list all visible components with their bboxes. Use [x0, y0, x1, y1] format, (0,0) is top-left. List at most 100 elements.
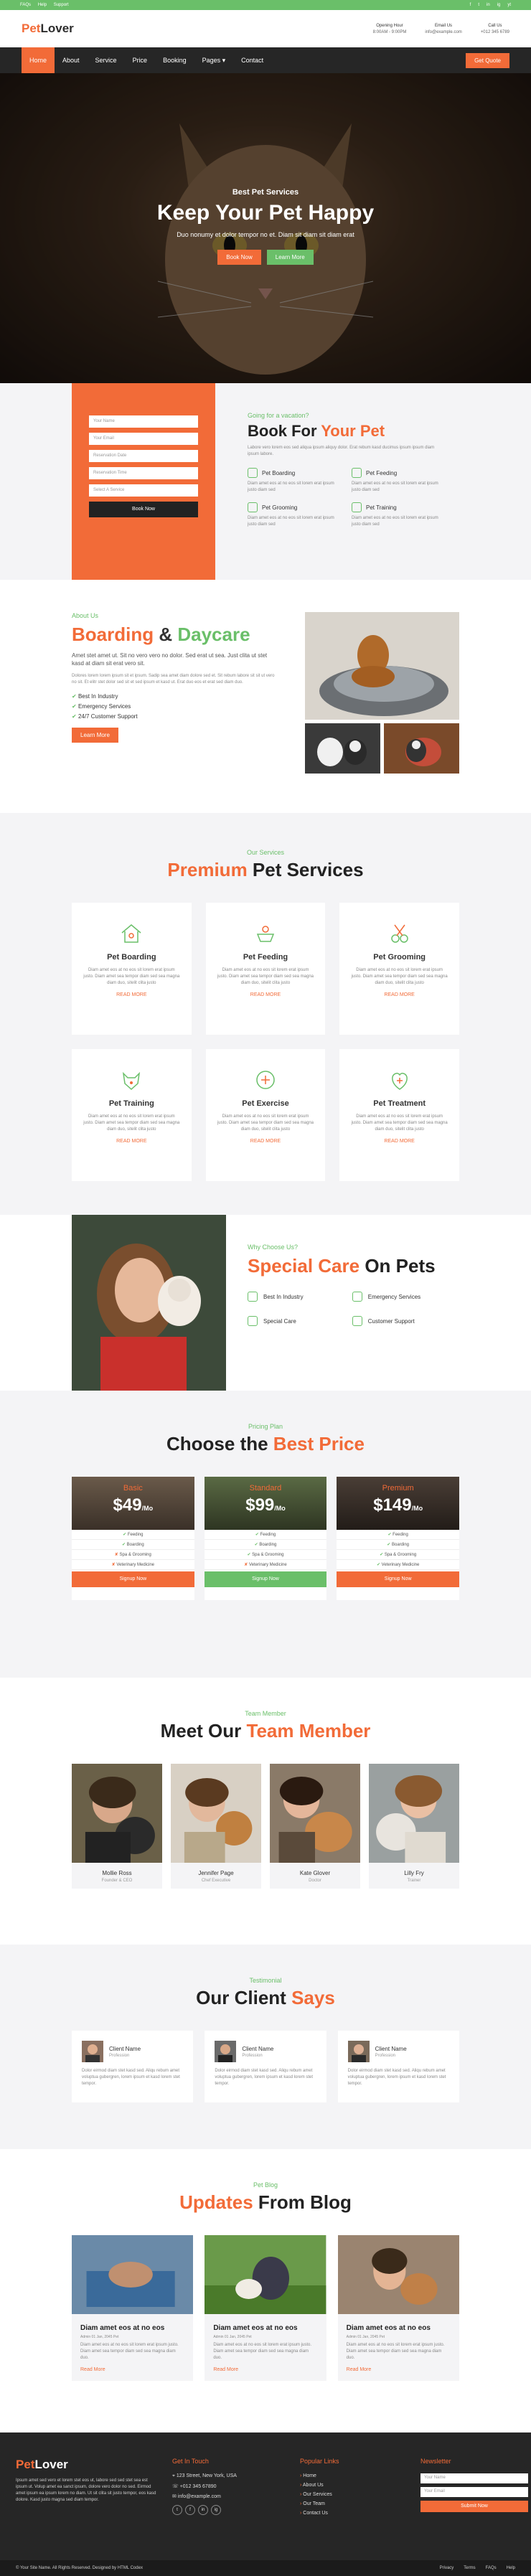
- testimonial-card: Client Name Profession Dolor eirmod diam s…: [205, 2031, 326, 2102]
- envelope-icon: ✉: [172, 2494, 178, 2499]
- footer-link-about[interactable]: About Us: [300, 2483, 408, 2488]
- why-subtitle: Why Choose Us?: [248, 1244, 299, 1251]
- top-bar: FAQs Help Support f t in ig yt: [0, 0, 531, 10]
- top-social: f t in ig yt: [470, 3, 511, 7]
- pricing-subtitle: Pricing Plan: [248, 1423, 283, 1430]
- read-more-link[interactable]: READ MORE: [83, 992, 180, 997]
- email-text[interactable]: info@example.com: [178, 2494, 221, 2499]
- blog-post-title[interactable]: Diam amet eos at no eos: [338, 2316, 459, 2332]
- read-more-link[interactable]: READ MORE: [351, 1139, 448, 1144]
- phone-icon: ☏: [172, 2484, 180, 2489]
- nav-pages-dropdown[interactable]: Pages ▾: [194, 47, 234, 73]
- top-link-support[interactable]: Support: [54, 3, 69, 7]
- blog-excerpt: Diam amet eos at no eos sit lorem erat i…: [213, 2343, 312, 2360]
- footer-link-home[interactable]: Home: [300, 2473, 408, 2478]
- newsletter-heading: Newsletter: [420, 2458, 451, 2465]
- facebook-icon[interactable]: f: [470, 3, 471, 7]
- read-more-link[interactable]: READ MORE: [83, 1139, 180, 1144]
- blog-title: Updates From Blog: [72, 2191, 459, 2214]
- signup-button[interactable]: Signup Now: [72, 1571, 194, 1587]
- newsletter-submit-button[interactable]: Submit Now: [420, 2501, 528, 2512]
- email-value[interactable]: info@example.com: [425, 30, 461, 34]
- call-label: Call Us: [488, 23, 502, 28]
- signup-button[interactable]: Signup Now: [204, 1571, 327, 1587]
- plan-unit: /Mo: [141, 1505, 154, 1512]
- main-nav: Home About Service Price Booking Pages ▾…: [0, 47, 531, 73]
- read-more-link[interactable]: READ MORE: [217, 1139, 314, 1144]
- why-item: Customer Support: [352, 1316, 436, 1326]
- footer-logo-a: Pet: [16, 2458, 35, 2471]
- footer-link-team[interactable]: Our Team: [300, 2501, 408, 2506]
- client-profession: Profession: [242, 2053, 263, 2058]
- price-row-label: Veterinary Medicine: [381, 1563, 420, 1567]
- read-more-link[interactable]: Read More: [338, 2361, 459, 2381]
- avatar: [82, 2041, 103, 2062]
- footer-links-heading: Popular Links: [300, 2458, 339, 2465]
- plan-price: $149: [373, 1495, 412, 1515]
- instagram-icon[interactable]: ig: [497, 3, 501, 7]
- services-section: Our Services Premium Pet Services Pet Bo…: [0, 813, 531, 1215]
- instagram-icon[interactable]: ig: [211, 2505, 221, 2515]
- top-link-help[interactable]: Help: [38, 3, 47, 7]
- price-card-standard: Standard $99/Mo ✔ Feeding ✔ Boarding ✔ Sp…: [204, 1477, 327, 1600]
- youtube-icon[interactable]: yt: [507, 3, 511, 7]
- member-photo: [171, 1764, 261, 1863]
- nav-home[interactable]: Home: [22, 47, 55, 73]
- member-role: Doctor: [309, 1879, 321, 1883]
- newsletter-name-input[interactable]: Your Name: [420, 2473, 528, 2483]
- signup-button[interactable]: Signup Now: [337, 1571, 459, 1587]
- logo[interactable]: PetLover: [22, 22, 74, 36]
- read-more-link[interactable]: Read More: [205, 2361, 326, 2381]
- top-link-faqs[interactable]: FAQs: [20, 3, 31, 7]
- price-head: Premium $149/Mo: [337, 1477, 459, 1530]
- newsletter-email-input[interactable]: Your Email: [420, 2487, 528, 2497]
- blog-post-title[interactable]: Diam amet eos at no eos: [72, 2316, 193, 2332]
- name-input[interactable]: Your Name: [89, 415, 198, 428]
- price-row: ✔ Feeding: [337, 1530, 459, 1540]
- price-row: ✔ Boarding: [337, 1540, 459, 1550]
- nav-contact[interactable]: Contact: [233, 47, 271, 73]
- nav-booking[interactable]: Booking: [155, 47, 194, 73]
- blog-card: Diam amet eos at no eos Admin 01 Jan, 204…: [72, 2235, 194, 2381]
- member-name: Mollie Ross: [102, 1870, 132, 1876]
- read-more-link[interactable]: Read More: [72, 2361, 193, 2381]
- price-row: ✔ Spa & Grooming: [204, 1550, 327, 1560]
- nav-service[interactable]: Service: [88, 47, 125, 73]
- service-select[interactable]: Select A Service: [89, 484, 198, 497]
- footer-link-services[interactable]: Our Services: [300, 2492, 408, 2497]
- plan-unit: /Mo: [411, 1505, 423, 1512]
- blog-post-title[interactable]: Diam amet eos at no eos: [205, 2316, 326, 2332]
- member-name: Jennifer Page: [198, 1870, 234, 1876]
- nav-price[interactable]: Price: [125, 47, 156, 73]
- time-input[interactable]: Reservation Time: [89, 467, 198, 479]
- email-us: Email Us info@example.com: [425, 24, 461, 34]
- hero-learn-button[interactable]: Learn More: [266, 250, 314, 265]
- book-now-button[interactable]: Book Now: [89, 502, 198, 517]
- nav-about[interactable]: About: [55, 47, 88, 73]
- twitter-icon[interactable]: t: [172, 2505, 182, 2515]
- price-row: ✔ Boarding: [72, 1540, 194, 1550]
- footer-logo[interactable]: PetLover: [16, 2458, 159, 2472]
- call-value[interactable]: +012 345 6789: [481, 30, 509, 34]
- date-input[interactable]: Reservation Date: [89, 450, 198, 462]
- opening-hour: Opening Hour 8:00AM - 9:00PM: [373, 24, 407, 34]
- about-learn-button[interactable]: Learn More: [72, 728, 118, 743]
- twitter-icon[interactable]: t: [478, 3, 479, 7]
- linkedin-icon[interactable]: in: [198, 2505, 208, 2515]
- read-more-link[interactable]: READ MORE: [351, 992, 448, 997]
- dog-bed-photo: [305, 612, 459, 720]
- food-icon: [352, 468, 362, 478]
- get-quote-button[interactable]: Get Quote: [466, 52, 509, 68]
- service-title: Pet Boarding: [107, 953, 156, 962]
- hero-book-button[interactable]: Book Now: [217, 250, 261, 265]
- linkedin-icon[interactable]: in: [487, 3, 490, 7]
- testimonial-text: Dolor eirmod diam stet kasd sed. Aliqu r…: [347, 2069, 446, 2086]
- facebook-icon[interactable]: f: [185, 2505, 195, 2515]
- testi-subtitle: Testimonial: [249, 1977, 282, 1984]
- phone-text[interactable]: +012 345 67890: [180, 2484, 217, 2489]
- service-desc: Diam amet eos at no eos sit lorem erat i…: [351, 968, 448, 985]
- email-input[interactable]: Your Email: [89, 433, 198, 445]
- read-more-link[interactable]: READ MORE: [217, 992, 314, 997]
- pricing-title: Choose the Best Price: [72, 1433, 459, 1455]
- footer-link-contact[interactable]: Contact Us: [300, 2511, 408, 2516]
